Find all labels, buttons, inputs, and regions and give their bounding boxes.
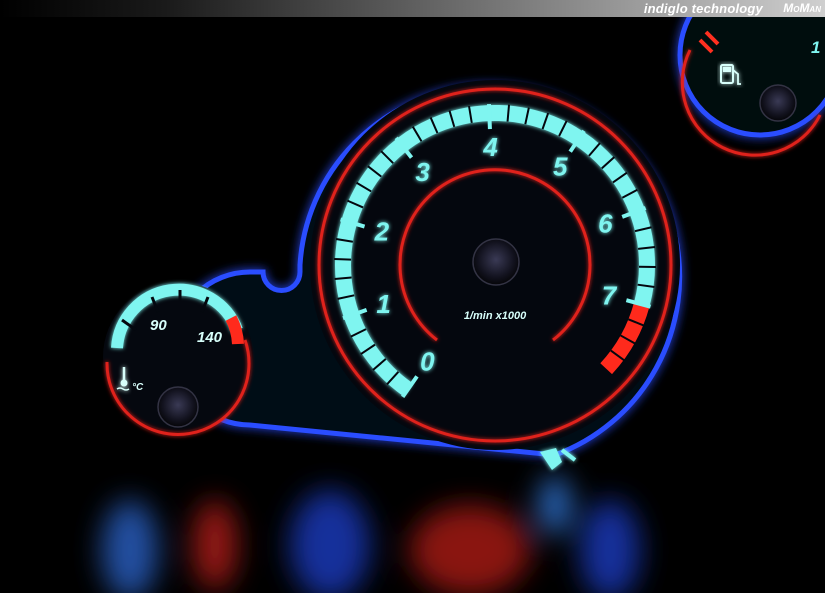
dashboard-photo: indiglo technology MoMan 1 90 140 °C 0 1…	[0, 0, 825, 593]
tachometer-label-3: 3	[415, 157, 430, 187]
tachometer-label-7: 7	[602, 281, 618, 311]
tachometer-unit: 1/min x1000	[464, 310, 527, 322]
temperature-unit: °C	[132, 382, 144, 393]
temperature-label-90: 90	[150, 317, 167, 334]
fuel-needle-hub	[759, 84, 797, 122]
tachometer-label-5: 5	[553, 152, 568, 182]
tachometer-label-0: 0	[420, 347, 435, 377]
tachometer-label-4: 4	[482, 132, 498, 162]
brand-text: indiglo technology	[643, 1, 763, 16]
major-tick	[486, 104, 492, 130]
temperature-needle-hub	[157, 386, 199, 428]
minor-tick	[334, 257, 352, 261]
tachometer-needle-hub	[472, 238, 520, 286]
surface-reflection	[102, 475, 640, 593]
tachometer-label-6: 6	[598, 208, 613, 238]
fuel-gauge: 1	[677, 17, 825, 157]
temperature-gauge: 90 140 °C	[103, 282, 253, 436]
tachometer-label-1: 1	[376, 289, 390, 319]
fuel-scale-label: 1	[811, 38, 820, 57]
header-bar: indiglo technology MoMan	[0, 0, 825, 17]
temperature-redzone	[225, 315, 244, 345]
gauge-cluster: 1 90 140 °C 01234567 1/min x1000	[102, 17, 825, 593]
temperature-label-140: 140	[197, 329, 223, 346]
tachometer-label-2: 2	[374, 217, 390, 247]
brand-logo: MoMan	[783, 1, 821, 15]
